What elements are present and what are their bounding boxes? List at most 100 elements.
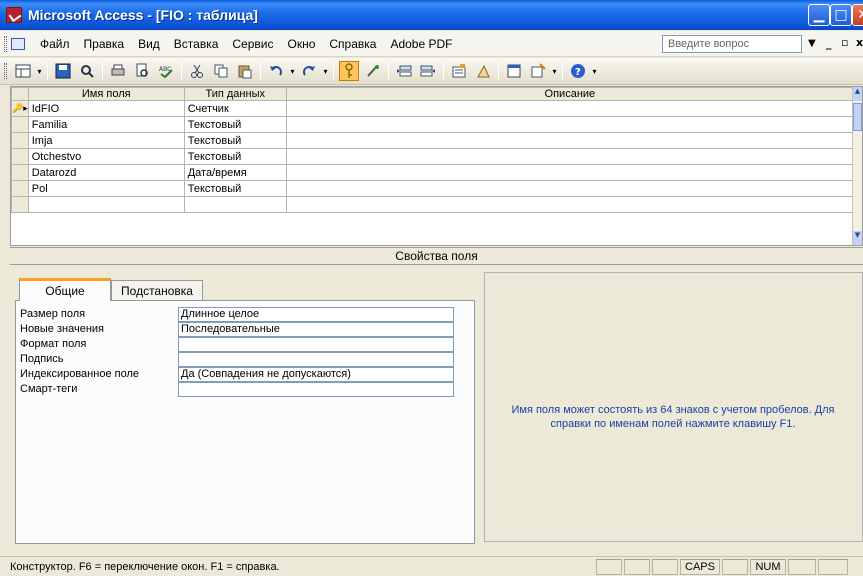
menu-insert[interactable]: Вставка [167, 37, 226, 51]
property-new-values[interactable]: Последовательные [178, 322, 454, 337]
view-icon[interactable] [13, 61, 33, 81]
new-object-dropdown-icon[interactable]: ▾ [550, 61, 559, 81]
description-cell[interactable] [285, 196, 855, 213]
data-type-cell[interactable] [183, 196, 287, 213]
menu-help[interactable]: Справка [322, 37, 383, 51]
minimize-button[interactable]: ▁ [808, 4, 830, 26]
doc-restore-button[interactable]: ▫ [841, 36, 848, 49]
properties-icon[interactable] [449, 61, 469, 81]
access-app-icon[interactable] [6, 7, 22, 23]
status-cell [722, 559, 748, 575]
table-row[interactable]: Imja Текстовый [11, 132, 855, 149]
property-field-size[interactable]: Длинное целое [178, 307, 454, 322]
row-selector[interactable] [11, 196, 29, 213]
data-type-cell[interactable]: Текстовый [183, 148, 287, 165]
table-row-empty[interactable] [11, 196, 855, 213]
row-selector[interactable] [11, 164, 29, 181]
row-selector[interactable] [11, 132, 29, 149]
cut-icon[interactable] [187, 61, 207, 81]
field-name-cell[interactable]: Datarozd [27, 164, 185, 181]
data-type-cell[interactable]: Счетчик [183, 100, 287, 117]
toolbar-grip[interactable] [4, 63, 7, 79]
view-dropdown-icon[interactable]: ▾ [35, 61, 44, 81]
document-icon[interactable] [11, 37, 25, 50]
field-name-cell[interactable] [27, 196, 185, 213]
description-cell[interactable] [285, 116, 855, 133]
build-icon[interactable] [363, 61, 383, 81]
property-format[interactable] [178, 337, 454, 352]
column-header-field-name[interactable]: Имя поля [27, 87, 185, 101]
row-selector[interactable] [11, 148, 29, 165]
tab-general[interactable]: Общие [19, 278, 111, 301]
menu-tools[interactable]: Сервис [225, 37, 280, 51]
menu-edit[interactable]: Правка [77, 37, 132, 51]
help-dropdown-icon[interactable]: ▼ [808, 38, 816, 49]
table-row[interactable]: Otchestvo Текстовый [11, 148, 855, 165]
field-name-cell[interactable]: Imja [27, 132, 185, 149]
scroll-thumb[interactable] [853, 103, 862, 131]
copy-icon[interactable] [211, 61, 231, 81]
data-type-cell[interactable]: Текстовый [183, 116, 287, 133]
database-window-icon[interactable] [504, 61, 524, 81]
status-cell [596, 559, 622, 575]
help-question-input[interactable]: Введите вопрос [662, 35, 802, 53]
menu-file[interactable]: Файл [33, 37, 77, 51]
tab-lookup[interactable]: Подстановка [111, 280, 203, 301]
field-name-cell[interactable]: Pol [27, 180, 185, 197]
toolbar-options-icon[interactable]: ▾ [590, 61, 599, 81]
doc-close-button[interactable]: x [856, 36, 863, 49]
column-header-description[interactable]: Описание [285, 87, 855, 101]
print-icon[interactable] [108, 61, 128, 81]
property-label: Новые значения [20, 323, 105, 335]
scroll-up-icon[interactable]: ▲ [853, 87, 862, 101]
data-type-cell[interactable]: Текстовый [183, 180, 287, 197]
close-button[interactable]: ✕ [852, 4, 863, 26]
property-smart-tags[interactable] [178, 382, 454, 397]
menu-view[interactable]: Вид [131, 37, 167, 51]
toolbar-separator [443, 62, 444, 80]
undo-icon[interactable] [266, 61, 286, 81]
table-row[interactable]: 🔑▸ IdFIO Счетчик [11, 100, 855, 117]
redo-dropdown-icon[interactable]: ▾ [321, 61, 330, 81]
spelling-icon[interactable]: ABC [156, 61, 176, 81]
menu-window[interactable]: Окно [280, 37, 322, 51]
maximize-button[interactable]: □ [830, 4, 852, 26]
property-row: Новые значения Последовательные [20, 322, 454, 337]
build-wizard-icon[interactable] [473, 61, 493, 81]
table-row[interactable]: Pol Текстовый [11, 180, 855, 197]
insert-rows-icon[interactable] [394, 61, 414, 81]
redo-icon[interactable] [299, 61, 319, 81]
description-cell[interactable] [285, 164, 855, 181]
primary-key-icon[interactable] [339, 61, 359, 81]
field-name-cell[interactable]: IdFIO [27, 100, 185, 117]
primary-key-indicator-icon[interactable]: 🔑▸ [11, 100, 29, 117]
description-cell[interactable] [285, 148, 855, 165]
description-cell[interactable] [285, 100, 855, 117]
menu-adobe-pdf[interactable]: Adobe PDF [383, 37, 459, 51]
field-name-cell[interactable]: Familia [27, 116, 185, 133]
help-icon[interactable]: ? [568, 61, 588, 81]
doc-minimize-button[interactable]: _ [826, 37, 832, 50]
description-cell[interactable] [285, 180, 855, 197]
grid-vertical-scrollbar[interactable]: ▲ ▼ [852, 87, 862, 245]
print-preview-icon[interactable] [132, 61, 152, 81]
save-icon[interactable] [53, 61, 73, 81]
row-selector[interactable] [11, 180, 29, 197]
data-type-cell[interactable]: Текстовый [183, 132, 287, 149]
menu-grip[interactable] [4, 35, 7, 52]
delete-rows-icon[interactable] [418, 61, 438, 81]
property-indexed[interactable]: Да (Совпадения не допускаются) [178, 367, 454, 382]
search-icon[interactable] [77, 61, 97, 81]
column-header-data-type[interactable]: Тип данных [183, 87, 287, 101]
data-type-cell[interactable]: Дата/время [183, 164, 287, 181]
paste-icon[interactable] [235, 61, 255, 81]
description-cell[interactable] [285, 132, 855, 149]
table-row[interactable]: Familia Текстовый [11, 116, 855, 133]
new-object-icon[interactable] [528, 61, 548, 81]
scroll-down-icon[interactable]: ▼ [853, 231, 862, 245]
property-caption[interactable] [178, 352, 454, 367]
field-name-cell[interactable]: Otchestvo [27, 148, 185, 165]
undo-dropdown-icon[interactable]: ▾ [288, 61, 297, 81]
row-selector[interactable] [11, 116, 29, 133]
table-row[interactable]: Datarozd Дата/время [11, 164, 855, 181]
